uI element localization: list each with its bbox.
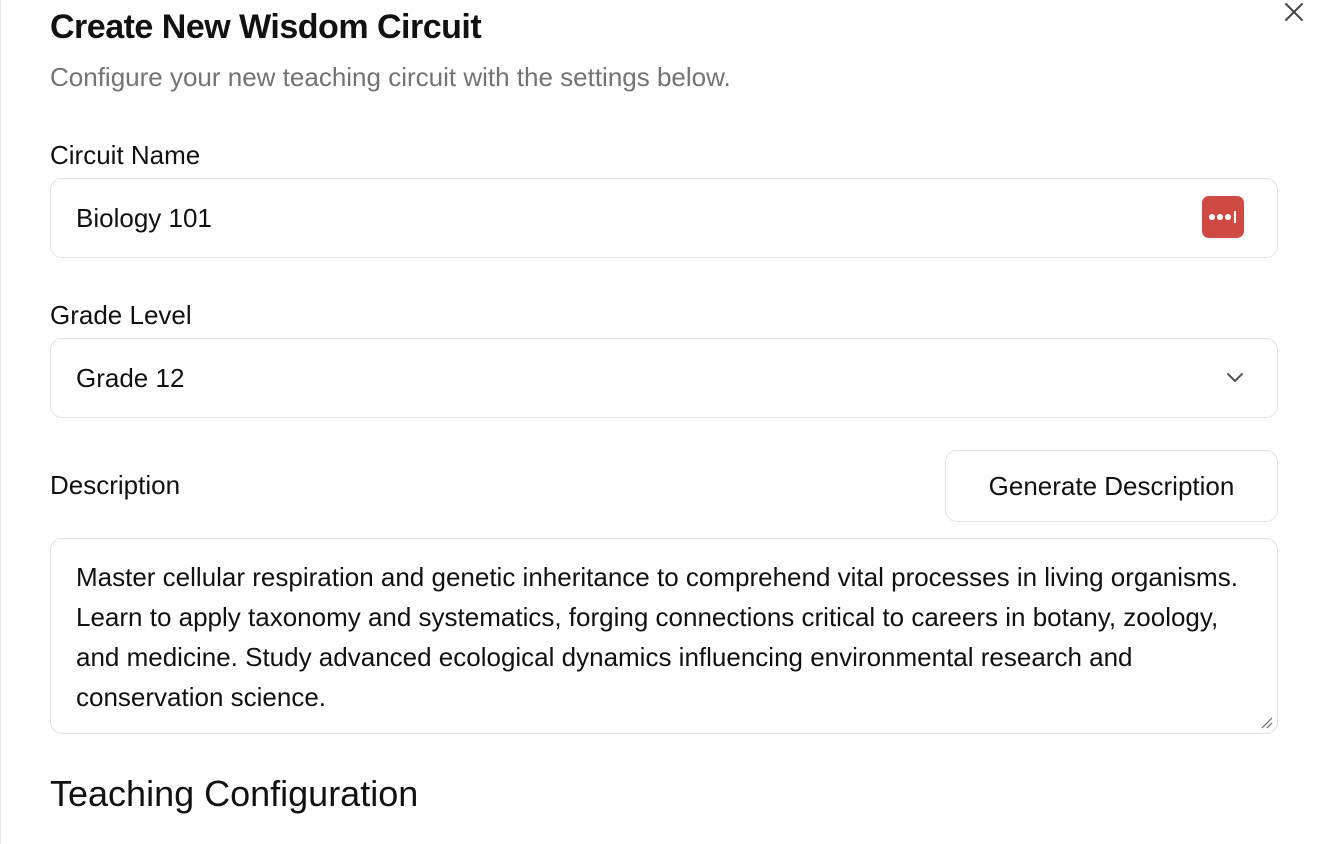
teaching-configuration-heading: Teaching Configuration [50, 773, 419, 814]
dialog-title: Create New Wisdom Circuit [50, 8, 482, 46]
circuit-name-input[interactable]: Biology 101 [50, 178, 1278, 258]
generate-description-button[interactable]: Generate Description [945, 450, 1278, 522]
description-value[interactable]: Master cellular respiration and genetic … [76, 557, 1261, 717]
create-circuit-dialog: Create New Wisdom Circuit Configure your… [0, 0, 1338, 844]
grade-level-label: Grade Level [50, 300, 192, 330]
password-manager-icon[interactable] [1202, 196, 1244, 238]
chevron-down-icon[interactable] [1223, 365, 1247, 389]
grade-level-select[interactable]: Grade 12 [50, 338, 1278, 418]
circuit-name-label: Circuit Name [50, 140, 201, 170]
close-icon[interactable] [1283, 1, 1305, 23]
grade-level-value[interactable]: Grade 12 [76, 363, 184, 394]
description-textarea[interactable]: Master cellular respiration and genetic … [50, 538, 1278, 734]
circuit-name-value[interactable]: Biology 101 [76, 203, 212, 234]
dialog-subtitle: Configure your new teaching circuit with… [50, 62, 731, 92]
close-button[interactable] [1280, 0, 1308, 24]
resize-handle-icon[interactable] [1260, 716, 1274, 730]
description-label: Description [50, 470, 181, 500]
